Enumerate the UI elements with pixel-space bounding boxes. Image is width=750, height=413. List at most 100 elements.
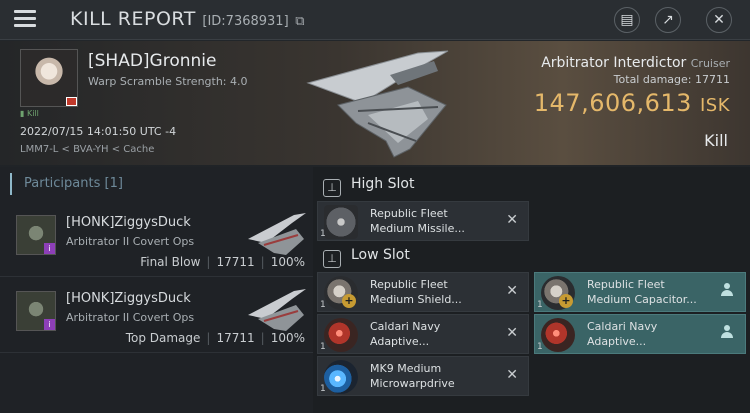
low-slot-label: Low Slot xyxy=(351,247,410,263)
module-name: MK9 Medium Microwarpdrive xyxy=(370,361,455,391)
capacitor-module-icon: + xyxy=(541,276,575,310)
module-item[interactable]: 1 Caldari Navy Adaptive... ✕ xyxy=(317,314,529,354)
victim-header: [SHAD]Gronnie Warp Scramble Strength: 4.… xyxy=(0,41,750,165)
destroyed-icon: ✕ xyxy=(506,367,518,383)
low-slot-header: ⊥ Low Slot xyxy=(323,247,410,268)
participant-ship: Arbitrator II Covert Ops xyxy=(66,311,195,324)
clipboard-icon[interactable]: ▤ xyxy=(614,7,640,33)
module-name-line1: Caldari Navy xyxy=(587,320,658,333)
window-title: KILL REPORT [ID:7368931] ⧉ xyxy=(70,8,304,30)
module-name: Caldari Navy Adaptive... xyxy=(370,319,440,349)
participant-stats: Final Blow | 17711 | 100% xyxy=(140,255,305,269)
module-name-line1: Republic Fleet xyxy=(370,278,448,291)
module-quantity: 1 xyxy=(537,342,543,352)
low-slot-icon: ⊥ xyxy=(323,250,341,268)
participant-name: [HONK]ZiggysDuck xyxy=(66,291,191,306)
module-name: Republic Fleet Medium Shield... xyxy=(370,277,462,307)
high-slot-header: ⊥ High Slot xyxy=(323,176,414,197)
plus-icon: + xyxy=(342,294,356,308)
kill-report-window: KILL REPORT [ID:7368931] ⧉ ▤ ↗ ✕ [SHAD]G… xyxy=(0,0,750,413)
total-damage-label: Total damage: xyxy=(613,73,692,86)
adaptive-hardener-icon xyxy=(541,318,575,352)
module-name-line1: Republic Fleet xyxy=(587,278,665,291)
participant-row[interactable]: i [HONK]ZiggysDuck Arbitrator II Covert … xyxy=(0,201,313,277)
person-icon xyxy=(721,283,733,297)
title-text: KILL REPORT xyxy=(70,8,196,30)
module-name: Republic Fleet Medium Capacitor... xyxy=(587,277,697,307)
module-item-dropped[interactable]: 1 Caldari Navy Adaptive... xyxy=(534,314,746,354)
participant-ship-image[interactable] xyxy=(246,209,308,257)
high-slot-icon: ⊥ xyxy=(323,179,341,197)
total-damage: Total damage: 17711 xyxy=(614,73,730,86)
missile-launcher-icon xyxy=(324,205,358,239)
high-slot-label: High Slot xyxy=(351,176,415,192)
module-quantity: 1 xyxy=(320,300,326,310)
module-name-line1: MK9 Medium xyxy=(370,362,442,375)
isk-amount: 147,606,613 xyxy=(533,89,692,117)
adaptive-hardener-icon xyxy=(324,318,358,352)
module-name: Caldari Navy Adaptive... xyxy=(587,319,657,349)
isk-value: 147,606,613 ISK xyxy=(534,89,730,117)
victim-name[interactable]: [SHAD]Gronnie xyxy=(88,51,216,71)
module-item[interactable]: 1 Republic Fleet Medium Missile... ✕ xyxy=(317,201,529,241)
damage-percent: 100% xyxy=(270,255,305,269)
destroyed-icon: ✕ xyxy=(506,325,518,341)
damage-value: 17711 xyxy=(216,255,255,269)
module-name-line2: Medium Missile... xyxy=(370,222,465,235)
kill-result: Kill xyxy=(704,131,728,150)
damage-value: 17711 xyxy=(216,331,255,345)
destroyed-icon: ✕ xyxy=(506,212,518,228)
module-quantity: 1 xyxy=(320,342,326,352)
participant-row[interactable]: i [HONK]ZiggysDuck Arbitrator II Covert … xyxy=(0,277,313,353)
participant-name: [HONK]ZiggysDuck xyxy=(66,215,191,230)
module-name-line2: Microwarpdrive xyxy=(370,377,455,390)
plus-icon: + xyxy=(559,294,573,308)
fitting-slots-panel: ⊥ High Slot 1 Republic Fleet Medium Missil… xyxy=(313,167,750,413)
corp-tag-text: Kill xyxy=(26,109,39,118)
participant-ship-image[interactable] xyxy=(246,285,308,333)
share-icon[interactable]: ↗ xyxy=(655,7,681,33)
module-name-line2: Medium Capacitor... xyxy=(587,293,697,306)
blow-tag: Top Damage xyxy=(125,331,201,345)
shield-module-icon: + xyxy=(324,276,358,310)
destroyed-icon: ✕ xyxy=(506,283,518,299)
participant-stats: Top Damage | 17711 | 100% xyxy=(125,331,305,345)
kill-location[interactable]: LMM7-L < BVA-YH < Cache xyxy=(20,144,154,155)
close-icon[interactable]: ✕ xyxy=(706,7,732,33)
module-item-dropped[interactable]: + 1 Republic Fleet Medium Capacitor... xyxy=(534,272,746,312)
victim-ship-image[interactable] xyxy=(298,45,458,161)
title-bar: KILL REPORT [ID:7368931] ⧉ ▤ ↗ ✕ xyxy=(0,0,750,40)
warp-scramble-strength: Warp Scramble Strength: 4.0 xyxy=(88,75,248,88)
blow-tag: Final Blow xyxy=(140,255,201,269)
menu-icon[interactable] xyxy=(14,10,36,28)
isk-unit: ISK xyxy=(699,95,730,116)
security-status-badge xyxy=(66,97,77,106)
victim-ship-name[interactable]: Arbitrator Interdictor Cruiser xyxy=(541,55,730,71)
copy-icon[interactable]: ⧉ xyxy=(295,14,304,29)
module-quantity: 1 xyxy=(320,229,326,239)
person-icon xyxy=(721,325,733,339)
participants-header[interactable]: Participants [1] xyxy=(10,173,308,195)
total-damage-value: 17711 xyxy=(695,73,730,86)
module-name-line2: Adaptive... xyxy=(370,335,430,348)
module-name-line2: Medium Shield... xyxy=(370,293,462,306)
module-name-line1: Caldari Navy xyxy=(370,320,441,333)
ship-class: Cruiser xyxy=(690,57,730,70)
corp-tag: ▮ Kill xyxy=(20,109,39,118)
module-name-line1: Republic Fleet xyxy=(370,207,448,220)
module-name-line2: Adaptive... xyxy=(587,335,647,348)
module-name: Republic Fleet Medium Missile... xyxy=(370,206,465,236)
report-id: [ID:7368931] xyxy=(202,14,289,29)
participant-ship: Arbitrator II Covert Ops xyxy=(66,235,195,248)
microwarpdrive-icon xyxy=(324,360,358,394)
kill-datetime: 2022/07/15 14:01:50 UTC -4 xyxy=(20,125,177,138)
participants-panel: Participants [1] i [HONK]ZiggysDuck Arbi… xyxy=(0,167,313,413)
ship-name-text: Arbitrator Interdictor xyxy=(541,55,687,71)
module-item[interactable]: 1 MK9 Medium Microwarpdrive ✕ xyxy=(317,356,529,396)
damage-percent: 100% xyxy=(270,331,305,345)
module-item[interactable]: + 1 Republic Fleet Medium Shield... ✕ xyxy=(317,272,529,312)
info-icon[interactable]: i xyxy=(44,319,55,330)
module-quantity: 1 xyxy=(320,384,326,394)
module-quantity: 1 xyxy=(537,300,543,310)
info-icon[interactable]: i xyxy=(44,243,55,254)
